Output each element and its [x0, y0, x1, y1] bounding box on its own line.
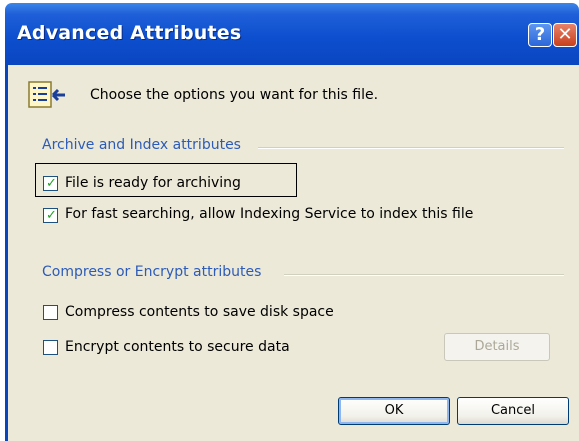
- help-button[interactable]: ?: [528, 23, 552, 47]
- archiving-checkbox[interactable]: ✓: [43, 176, 58, 191]
- close-button[interactable]: ✕: [553, 23, 577, 47]
- title-bar[interactable]: Advanced Attributes ? ✕: [5, 3, 579, 65]
- header-instruction: Choose the options you want for this fil…: [90, 87, 379, 103]
- encrypt-checkbox-label[interactable]: Encrypt contents to secure data: [65, 339, 290, 355]
- archiving-checkbox-label[interactable]: File is ready for archiving: [65, 175, 241, 191]
- check-mark-icon: ✓: [46, 208, 57, 223]
- compress-checkbox-label[interactable]: Compress contents to save disk space: [65, 304, 334, 320]
- window-title: Advanced Attributes: [17, 22, 242, 44]
- ok-button[interactable]: OK: [338, 397, 450, 425]
- compress-group-divider: [284, 274, 564, 276]
- archive-group-divider: [258, 147, 564, 149]
- archive-group-label: Archive and Index attributes: [42, 137, 241, 153]
- details-button[interactable]: Details: [444, 333, 550, 361]
- compress-checkbox[interactable]: [43, 305, 58, 320]
- attributes-list-icon: [28, 81, 65, 108]
- advanced-attributes-dialog: Advanced Attributes ? ✕: [5, 3, 579, 441]
- indexing-checkbox[interactable]: ✓: [43, 208, 58, 223]
- check-mark-icon: ✓: [46, 176, 57, 191]
- dialog-body: [5, 65, 579, 441]
- cancel-button[interactable]: Cancel: [457, 397, 569, 425]
- compress-group-label: Compress or Encrypt attributes: [42, 264, 262, 280]
- encrypt-checkbox[interactable]: [43, 340, 58, 355]
- indexing-checkbox-label[interactable]: For fast searching, allow Indexing Servi…: [65, 206, 473, 222]
